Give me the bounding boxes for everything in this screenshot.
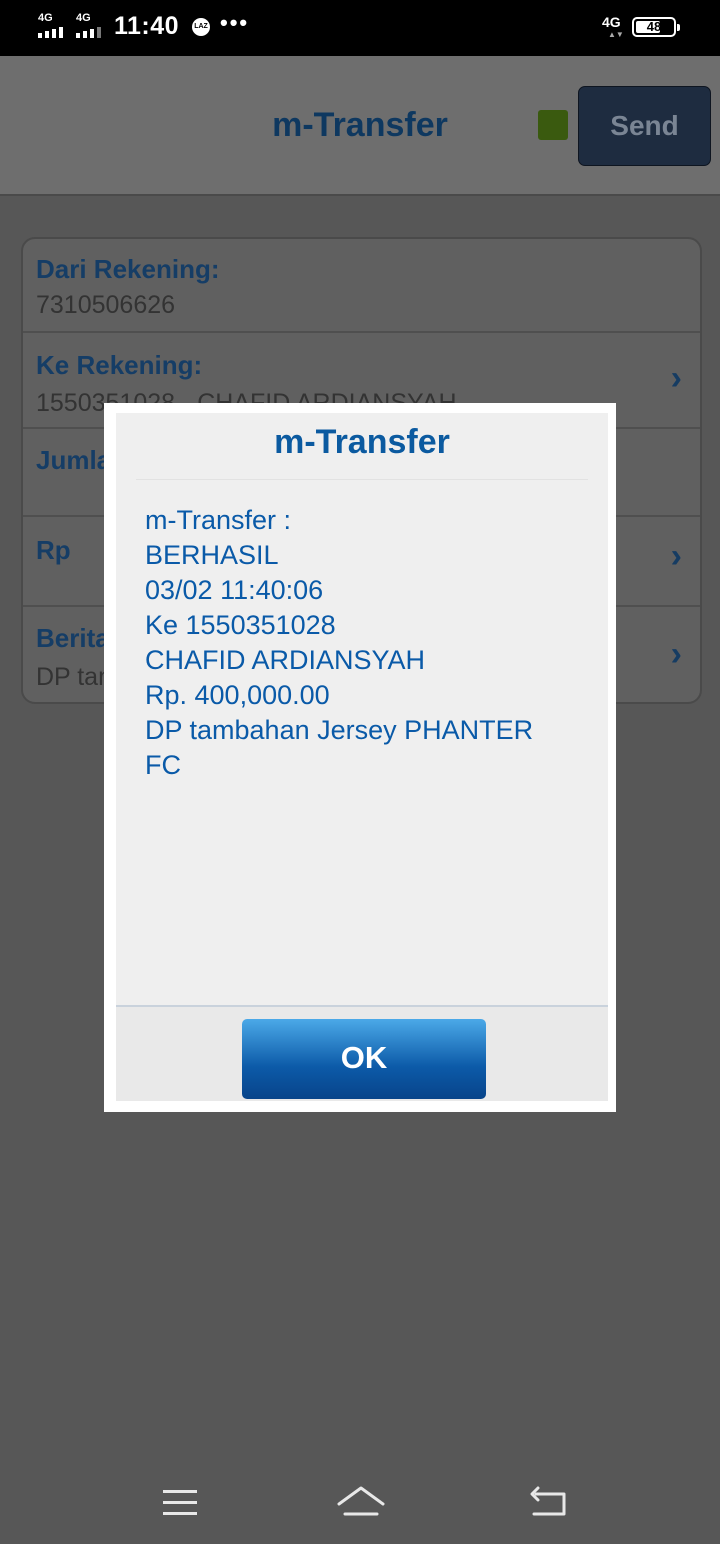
message-line: Ke 1550351028 (145, 610, 336, 640)
mobile-data-label: 4G (602, 14, 621, 30)
message-line: Rp. 400,000.00 (145, 680, 330, 710)
sim2-network-label: 4G (76, 12, 91, 24)
divider (136, 479, 588, 480)
menu-icon[interactable] (163, 1490, 197, 1516)
chevron-right-icon: › (670, 537, 682, 575)
home-icon[interactable] (336, 1484, 386, 1520)
battery-icon: 48 (632, 17, 680, 37)
back-icon[interactable] (528, 1486, 568, 1520)
status-bar: 4G 4G 11:40 LAZ ••• 4G ▲▼ 48 (0, 0, 720, 56)
message-label: Berita (36, 623, 110, 653)
dialog-message: m-Transfer : BERHASIL 03/02 11:40:06 Ke … (145, 503, 533, 783)
from-account-label: Dari Rekening: (36, 254, 220, 284)
message-line: FC (145, 750, 181, 780)
chevron-right-icon: › (670, 359, 682, 397)
message-line: BERHASIL (145, 540, 279, 570)
clock: 11:40 (114, 12, 180, 40)
sim1-network-label: 4G (38, 12, 53, 24)
app-header: m-Transfer Send (0, 56, 720, 196)
status-indicator (538, 110, 568, 140)
ok-button[interactable]: OK (242, 1019, 486, 1099)
chevron-right-icon: › (670, 635, 682, 673)
message-line: CHAFID ARDIANSYAH (145, 645, 426, 675)
mobile-data-icon: 4G ▲▼ (602, 14, 624, 39)
battery-level: 48 (646, 19, 662, 34)
system-nav-bar (0, 1460, 720, 1544)
result-dialog: m-Transfer m-Transfer : BERHASIL 03/02 1… (104, 403, 616, 1112)
sim2-signal-icon: 4G (76, 12, 110, 40)
from-account-value: 7310506626 (36, 291, 176, 319)
dialog-title: m-Transfer (274, 423, 450, 461)
to-account-label: Ke Rekening: (36, 350, 203, 380)
sim1-signal-icon: 4G (38, 12, 72, 40)
from-account-row: Dari Rekening: 7310506626 (23, 239, 700, 333)
rupiah-label: Rp (36, 535, 71, 565)
message-line: 03/02 11:40:06 (145, 575, 324, 605)
more-notifications-icon: ••• (220, 10, 250, 35)
lazada-notification-icon: LAZ (192, 18, 210, 36)
message-line: DP tambahan Jersey PHANTER (145, 715, 534, 745)
send-button[interactable]: Send (578, 86, 711, 166)
dialog-footer: OK (116, 1005, 608, 1101)
message-line: m-Transfer : (145, 505, 292, 535)
